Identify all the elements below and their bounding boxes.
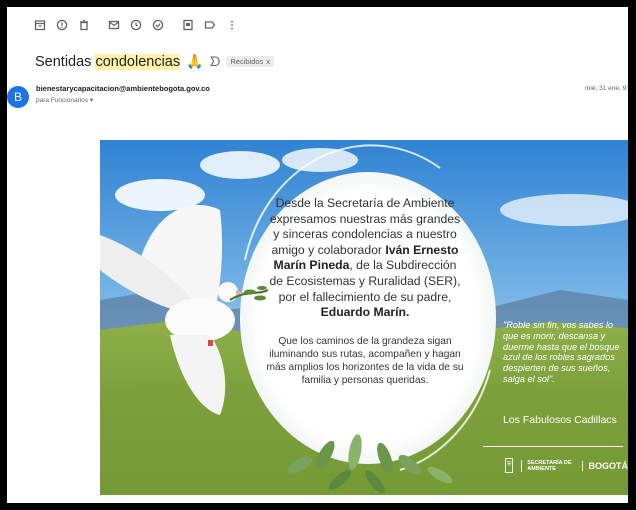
main-line-5b: , de la Subdirección (349, 258, 457, 273)
bogota-logo: BOGOTÁ (581, 460, 628, 471)
song-quote: "Roble sin fin, vos sabes lo que es mori… (503, 320, 620, 384)
email-toolbar (29, 15, 243, 35)
sender-avatar[interactable]: B (7, 86, 29, 108)
employee-name-part2: Marín Pineda (273, 258, 350, 273)
label-chip-close-icon[interactable]: x (266, 57, 270, 66)
secretaria-ambiente-logo: SECRETARÍA DE AMBIENTE (521, 459, 573, 472)
deceased-name: Eduardo Marín. (320, 305, 410, 320)
sub-line-4: familia y personas queridas. (301, 375, 429, 387)
important-marker-icon[interactable]: ᗤ (210, 54, 221, 70)
recipient-dropdown[interactable]: para Funcionarios ▾ (36, 96, 93, 104)
archive-icon[interactable] (29, 15, 51, 35)
main-line-1: Desde la Secretaría de Ambiente (275, 196, 455, 210)
label-icon[interactable] (199, 15, 221, 35)
sub-line-3: más amplios los horizontes de la vida de… (266, 362, 464, 374)
main-line-3: y sinceras condolencias a nuestro (273, 227, 457, 242)
delete-icon[interactable] (73, 15, 95, 35)
main-line-4a: amigo y colaborador (271, 242, 386, 257)
bogota-shield-icon: ⛨ (505, 458, 514, 473)
email-date: mié, 31 ene, 9: (585, 85, 628, 92)
condolence-message: Desde la Secretaría de Ambiente expresam… (250, 196, 480, 388)
main-line-4: amigo y colaborador Iván Ernesto (250, 243, 480, 259)
main-line-5: Marín Pineda, de la Subdirección (250, 258, 480, 274)
condolence-card-image: Desde la Secretaría de Ambiente expresam… (100, 140, 628, 495)
snooze-icon[interactable] (125, 15, 147, 35)
sub-line-1: Que los caminos de la grandeza sigan (278, 335, 452, 347)
praying-hands-emoji: 🙏 (186, 53, 204, 69)
main-line-8: Eduardo Marín. (250, 305, 480, 321)
sender-address[interactable]: bienestarycapacitacion@ambientebogota.go… (36, 84, 210, 93)
label-chip-inbox[interactable]: Recibidos x (226, 56, 275, 67)
institution-logos: ⛨ SECRETARÍA DE AMBIENTE BOGOTÁ (505, 458, 628, 473)
email-window: Sentidas condolencias 🙏 ᗤ Recibidos x B b… (7, 7, 628, 503)
subject-title: Sentidas condolencias (35, 53, 181, 70)
main-condolence-text: Desde la Secretaría de Ambiente expresam… (250, 196, 480, 321)
main-line-2: expresamos nuestras más grandes (269, 211, 461, 226)
main-line-6: de Ecosistemas y Ruralidad (SER), (269, 273, 461, 288)
secondary-message: Que los caminos de la grandeza sigan ilu… (250, 335, 480, 388)
email-subject: Sentidas condolencias 🙏 ᗤ Recibidos x (35, 53, 275, 70)
mark-unread-icon[interactable] (103, 15, 125, 35)
employee-name-part1: Iván Ernesto (385, 242, 459, 257)
quote-author: Los Fabulosos Cadillacs (503, 414, 617, 426)
divider-line (483, 446, 623, 447)
avatar-letter: B (13, 90, 22, 104)
main-line-7: por el fallecimiento de su padre, (278, 289, 452, 304)
more-icon[interactable] (221, 15, 243, 35)
move-to-icon[interactable] (177, 15, 199, 35)
subject-prefix: Sentidas (35, 53, 96, 70)
sub-line-2: iluminando sus rutas, acompañen y hagan (269, 348, 461, 360)
add-task-icon[interactable] (147, 15, 169, 35)
report-spam-icon[interactable] (51, 15, 73, 35)
label-chip-text: Recibidos (230, 57, 264, 66)
subject-highlight: condolencias (95, 53, 181, 70)
